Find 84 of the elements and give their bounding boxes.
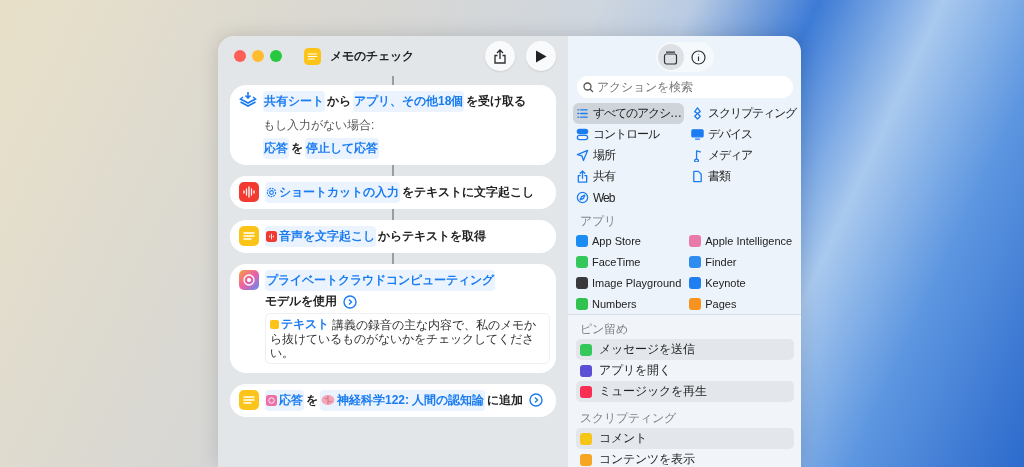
app-item[interactable]: Numbers	[574, 293, 684, 314]
action-card[interactable]: ショートカットの入力 をテキストに文字起こし	[230, 176, 556, 209]
document-icon	[691, 170, 704, 183]
share-icon	[493, 48, 507, 64]
app-item[interactable]: Apple Intelligence	[687, 230, 795, 251]
chevron-circle-icon	[529, 393, 544, 407]
music-note-icon	[691, 149, 704, 162]
window-title: メモのチェック	[330, 47, 414, 65]
notes-icon	[239, 389, 259, 410]
variable-token[interactable]: 応答	[263, 138, 289, 159]
details-button[interactable]	[343, 294, 357, 309]
variable-token[interactable]: 停止して応答	[305, 138, 379, 159]
run-button[interactable]	[526, 41, 556, 71]
category-item[interactable]: 場所	[573, 145, 684, 166]
condition-label: もし入力がない場合:	[263, 116, 375, 134]
flower-icon	[239, 270, 259, 290]
action-text: からテキストを取得	[378, 228, 486, 245]
app-item[interactable]: Pages	[687, 293, 795, 314]
action-item[interactable]: アプリを開く	[576, 360, 794, 381]
action-card[interactable]: 音声を文字起こし からテキストを取得	[230, 220, 556, 253]
variable-token[interactable]: 神経科学122: 人間の認知論	[320, 389, 486, 411]
list-icon	[576, 107, 589, 120]
variable-token[interactable]: 応答	[265, 389, 304, 411]
category-item[interactable]: 共有	[573, 166, 684, 187]
category-item[interactable]: 書類	[688, 166, 799, 187]
variable-token[interactable]: プライベートクラウドコンピューティング	[265, 270, 495, 291]
library-tab[interactable]	[657, 44, 684, 70]
category-item[interactable]: スクリプティング	[688, 103, 799, 124]
app-item[interactable]: FaceTime	[574, 251, 684, 272]
action-text: を	[291, 140, 303, 157]
scripting-icon	[691, 107, 704, 120]
search-icon	[583, 82, 594, 93]
layers-icon	[239, 91, 257, 109]
close-button[interactable]	[234, 50, 246, 62]
variable-token[interactable]: 音声を文字起こし	[265, 226, 376, 247]
section-heading: ピン留め	[580, 321, 629, 338]
waveform-icon	[239, 182, 259, 202]
category-item[interactable]: Web	[573, 187, 684, 208]
action-item[interactable]: コメント	[576, 428, 794, 449]
action-text: モデルを使用	[265, 293, 337, 310]
location-arrow-icon	[576, 149, 589, 162]
toggle-icon	[576, 128, 589, 141]
text-icon	[270, 319, 279, 329]
brain-icon	[321, 394, 335, 406]
action-card[interactable]: プライベートクラウドコンピューティング モデルを使用 テキスト 講義の録音の主な内容で、私のメモから抜けているものがないかをチェックしてください。	[230, 264, 556, 373]
chevron-circle-icon	[343, 294, 357, 309]
share-icon	[576, 170, 589, 183]
variable-token[interactable]: ショートカットの入力	[265, 182, 400, 203]
action-card[interactable]: 応答 を 神経科学122: 人間の認知論 に追加	[230, 383, 556, 417]
notes-icon	[239, 226, 259, 246]
prompt-text[interactable]: テキスト 講義の録音の主な内容で、私のメモから抜けているものがないかをチェックしてください。	[265, 313, 550, 364]
category-item[interactable]: デバイス	[688, 124, 799, 145]
waveform-icon	[266, 231, 277, 242]
search-field[interactable]: アクションを検索	[577, 76, 793, 98]
flower-icon	[266, 394, 277, 406]
action-text: をテキストに文字起こし	[402, 184, 534, 201]
gear-icon	[266, 187, 277, 198]
section-heading: アプリ	[580, 213, 617, 230]
variable-token[interactable]: アプリ、その他18個	[353, 91, 465, 112]
app-item[interactable]: Finder	[687, 251, 795, 272]
app-item[interactable]: Image Playground	[574, 272, 684, 293]
category-item[interactable]: すべてのアクシ…	[573, 103, 684, 124]
details-button[interactable]	[529, 393, 544, 407]
share-button[interactable]	[485, 41, 515, 71]
action-card[interactable]: 共有シート から アプリ、その他18個 を受け取る もし入力がない場合: 応答 を 停止して応答	[230, 85, 556, 165]
info-icon	[691, 49, 706, 65]
action-text: に追加	[487, 391, 524, 409]
monitor-icon	[691, 128, 704, 141]
app-item[interactable]: Keynote	[687, 272, 795, 293]
action-item[interactable]: メッセージを送信	[576, 339, 794, 360]
compass-icon	[576, 191, 589, 204]
variable-token[interactable]: 共有シート	[263, 91, 325, 112]
action-text: から	[327, 93, 351, 110]
app-item[interactable]: App Store	[574, 230, 684, 251]
action-item[interactable]: ミュージックを再生	[576, 381, 794, 402]
category-item[interactable]: コントロール	[573, 124, 684, 145]
stacked-windows-icon	[663, 49, 678, 65]
action-text: を受け取る	[466, 93, 527, 110]
action-text: を	[306, 391, 318, 409]
notes-icon	[304, 47, 321, 65]
category-item[interactable]: メディア	[688, 145, 799, 166]
play-icon	[535, 49, 547, 63]
action-item[interactable]: コンテンツを表示	[576, 449, 794, 467]
section-heading: スクリプティング	[580, 410, 677, 427]
